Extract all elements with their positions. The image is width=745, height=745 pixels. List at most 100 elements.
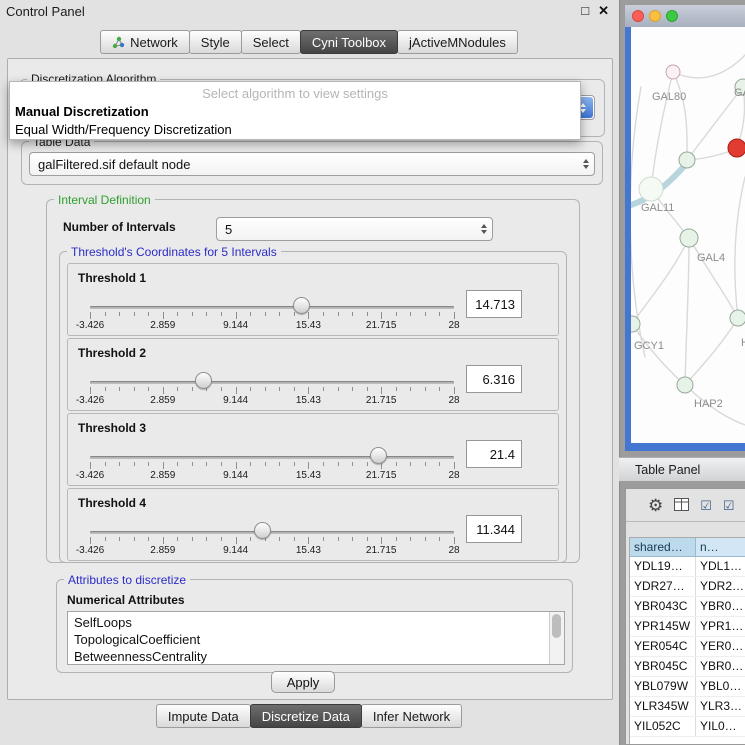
network-edge: [685, 318, 738, 385]
table-cell: YBR043C: [630, 597, 696, 616]
network-node-green[interactable]: [730, 310, 745, 326]
network-node-pink[interactable]: [666, 65, 680, 79]
table-row[interactable]: YER054CYER0…: [630, 637, 745, 657]
threshold-slider-track[interactable]: [90, 306, 454, 309]
tab-network[interactable]: Network: [100, 30, 190, 54]
number-of-intervals-value: 5: [225, 218, 232, 240]
table-data-combobox[interactable]: galFiltered.sif default node: [29, 152, 595, 176]
scrollbar-thumb[interactable]: [552, 614, 561, 638]
column-header-0[interactable]: shared…: [630, 538, 696, 557]
network-node-green[interactable]: [631, 316, 640, 332]
tab-infer-network[interactable]: Infer Network: [361, 704, 462, 728]
network-node-faint[interactable]: [639, 177, 663, 201]
network-graph: GAL80GAGAL11GAL4GCY1HHAP2: [631, 27, 745, 443]
select-columns-icon[interactable]: ☑: [700, 499, 712, 512]
node-label-gal11: GAL11: [641, 202, 674, 214]
stepper-icon[interactable]: [583, 159, 589, 169]
tab-label: Select: [253, 32, 289, 53]
table-row[interactable]: YDR27…YDR2…: [630, 577, 745, 597]
table-row[interactable]: YLR345WYLR3…: [630, 697, 745, 717]
threshold-slider-thumb[interactable]: [370, 447, 387, 464]
close-window-icon[interactable]: ✕: [598, 3, 609, 19]
list-item-selfloops[interactable]: SelfLoops: [68, 614, 564, 631]
threshold-label: Threshold 3: [78, 421, 146, 435]
close-button[interactable]: [632, 10, 644, 22]
table-cell: YLR3…: [696, 697, 745, 716]
network-icon: [112, 36, 125, 49]
node-label-h: H: [741, 337, 745, 349]
select-rows-icon[interactable]: ☑: [723, 499, 735, 512]
tab-jactivemnodules[interactable]: jActiveMNodules: [397, 30, 518, 54]
threshold-slider-thumb[interactable]: [254, 522, 271, 539]
list-item-betweennesscentrality[interactable]: BetweennessCentrality: [68, 648, 564, 665]
table-row[interactable]: YBR043CYBR0…: [630, 597, 745, 617]
slider-scale: -3.4262.8599.14415.4321.71528: [68, 395, 558, 407]
network-canvas[interactable]: GAL80GAGAL11GAL4GCY1HHAP2: [631, 27, 745, 443]
table-row[interactable]: YIL052CYIL0…: [630, 717, 745, 737]
tab-label: Style: [201, 32, 230, 53]
stepper-icon[interactable]: [481, 224, 487, 234]
table-row[interactable]: YDL19…YDL1…: [630, 557, 745, 577]
algorithm-option-manual-discretization[interactable]: Manual Discretization: [10, 103, 580, 121]
threshold-value-field[interactable]: 6.316: [466, 365, 522, 393]
zoom-button[interactable]: [666, 10, 678, 22]
top-tab-bar: Network Style Select Cyni ToolboxjActiveMNo…: [0, 30, 619, 54]
table-cell: YER054C: [630, 637, 696, 656]
table-area: shared…n… YDL19…YDL1…YDR27…YDR2…YBR043CY…: [629, 537, 745, 744]
network-edge: [685, 238, 689, 385]
node-label-hap2: HAP2: [694, 398, 723, 410]
algorithm-dropdown-placeholder: Select algorithm to view settings: [10, 82, 580, 103]
table-cell: YPR1…: [696, 617, 745, 636]
node-label-gal80: GAL80: [652, 91, 686, 103]
threshold-panel-1: Threshold 1-3.4262.8599.14415.4321.71528…: [67, 263, 559, 336]
list-scrollbar[interactable]: [549, 612, 564, 664]
threshold-value-field[interactable]: 11.344: [466, 515, 522, 543]
threshold-slider-track[interactable]: [90, 381, 454, 384]
minimize-button[interactable]: [649, 10, 661, 22]
algorithm-option-equal-width-frequency-discretization[interactable]: Equal Width/Frequency Discretization: [10, 121, 580, 139]
control-panel-window: Control Panel □ ✕ NetworkStyleSelectCyni…: [0, 0, 620, 745]
number-of-intervals-combobox[interactable]: 5: [216, 217, 493, 241]
threshold-label: Threshold 2: [78, 346, 146, 360]
threshold-slider-thumb[interactable]: [293, 297, 310, 314]
table-panel-header[interactable]: Table Panel: [619, 457, 745, 482]
threshold-slider-track[interactable]: [90, 531, 454, 534]
threshold-panel-2: Threshold 2 -3.4262.8599.14415.4321.71528…: [67, 338, 559, 411]
list-item-topologicalcoefficient[interactable]: TopologicalCoefficient: [68, 631, 564, 648]
network-edge: [673, 55, 745, 78]
table-cell: YIL052C: [630, 717, 696, 736]
table-panel-title: Table Panel: [635, 463, 700, 477]
table-cell: YIL0…: [696, 717, 745, 736]
tab-label: Discretize Data: [262, 706, 350, 727]
table-toolbar: ⚙ ☑ ☑: [626, 489, 745, 522]
network-node-green[interactable]: [679, 152, 695, 168]
tab-discretize-data[interactable]: Discretize Data: [250, 704, 362, 728]
tab-cyni-toolbox[interactable]: Cyni Toolbox: [300, 30, 398, 54]
table-row[interactable]: YBL079WYBL0…: [630, 677, 745, 697]
threshold-value-field[interactable]: 21.4: [466, 440, 522, 468]
numerical-attributes-list[interactable]: SelfLoopsTopologicalCoefficientBetweenne…: [67, 611, 565, 665]
table-cell: YBL0…: [696, 677, 745, 696]
apply-button[interactable]: Apply: [271, 671, 335, 693]
network-view-window: GAL80GAGAL11GAL4GCY1HHAP2: [625, 5, 745, 451]
table-cell: YBR0…: [696, 597, 745, 616]
table-cell: YBR045C: [630, 657, 696, 676]
threshold-slider-track[interactable]: [90, 456, 454, 459]
network-node-green[interactable]: [677, 377, 693, 393]
table-row[interactable]: YBR045CYBR0…: [630, 657, 745, 677]
column-header-1[interactable]: n…: [696, 538, 745, 557]
columns-icon[interactable]: [674, 498, 689, 512]
network-node-red[interactable]: [728, 139, 745, 157]
table-row[interactable]: YPR145WYPR1…: [630, 617, 745, 637]
number-of-intervals-label: Number of Intervals: [63, 220, 176, 234]
tab-impute-data[interactable]: Impute Data: [156, 704, 251, 728]
tab-label: Network: [130, 32, 178, 53]
tab-select[interactable]: Select: [241, 30, 301, 54]
network-edge: [689, 238, 738, 318]
float-window-icon[interactable]: □: [581, 3, 589, 19]
interval-definition-group-title: Interval Definition: [54, 193, 155, 207]
gear-icon[interactable]: ⚙: [648, 497, 663, 514]
tab-style[interactable]: Style: [189, 30, 242, 54]
threshold-value-field[interactable]: 14.713: [466, 290, 522, 318]
network-node-green[interactable]: [680, 229, 698, 247]
